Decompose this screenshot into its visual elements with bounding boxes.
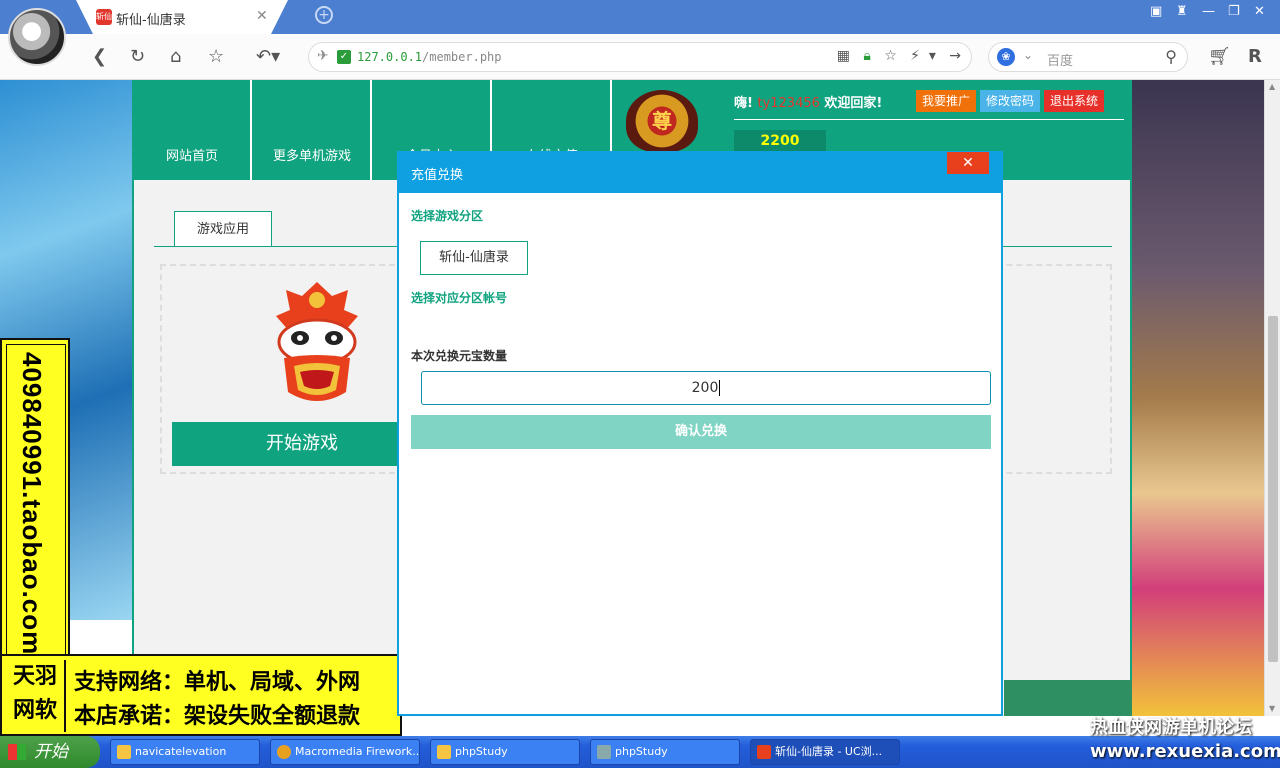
tab-game-apps[interactable]: 游戏应用 bbox=[174, 211, 272, 247]
new-tab-icon[interactable]: + bbox=[315, 6, 333, 24]
confirm-exchange-button[interactable]: 确认兑换 bbox=[411, 415, 991, 449]
promote-button[interactable]: 我要推广 bbox=[916, 90, 977, 112]
user-profile-icon[interactable]: R bbox=[1248, 46, 1262, 67]
taskbar-item-uc-browser[interactable]: 斩仙-仙唐录 - UC浏... bbox=[750, 739, 900, 765]
browser-tab-active[interactable]: 斩仙 斩仙-仙唐录 ✕ bbox=[76, 0, 288, 34]
window-layout-icon[interactable]: ▣ bbox=[1150, 4, 1162, 19]
lion-dance-icon bbox=[276, 282, 358, 401]
browser-toolbar: ❮ ↻ ⌂ ☆ ↶▾ ✈ ✓ 127.0.0.1/member.php ▦ 🔒︎… bbox=[0, 34, 1280, 80]
minimize-icon[interactable]: — bbox=[1202, 4, 1215, 19]
uc-browser-icon bbox=[757, 745, 771, 759]
search-engine-dropdown-icon[interactable]: ⌄ bbox=[1023, 48, 1033, 62]
address-bar[interactable]: ✈ ✓ 127.0.0.1/member.php ▦ 🔒︎ ☆ ⚡︎ ▾ → bbox=[308, 42, 972, 72]
favorite-icon[interactable]: ☆ bbox=[884, 48, 897, 64]
qr-code-icon[interactable]: ▦ bbox=[837, 48, 850, 64]
scroll-up-icon[interactable]: ▲ bbox=[1269, 82, 1275, 91]
advert-brand: 天羽 网软 bbox=[6, 660, 66, 732]
taskbar-item-fireworks[interactable]: Macromedia Firework... bbox=[270, 739, 420, 765]
fireworks-icon bbox=[277, 745, 291, 759]
bookmark-star-icon[interactable]: ☆ bbox=[208, 46, 224, 67]
amount-value: 200 bbox=[691, 380, 719, 396]
taskbar-item-phpstudy-folder[interactable]: phpStudy bbox=[430, 739, 580, 765]
vip-crown-icon: 尊 bbox=[626, 90, 698, 152]
go-arrow-icon[interactable]: → bbox=[949, 48, 961, 64]
advert-line-1: 支持网络：单机、局域、外网 bbox=[74, 670, 361, 695]
greet-suffix: 欢迎回家! bbox=[824, 96, 883, 111]
lock-icon[interactable]: 🔒︎ bbox=[863, 48, 870, 64]
refresh-icon[interactable]: ↻ bbox=[130, 46, 145, 67]
url-host: 127.0.0.1 bbox=[357, 50, 423, 64]
tab-close-icon[interactable]: ✕ bbox=[256, 8, 268, 24]
account-label: 选择对应分区帐号 bbox=[411, 291, 508, 305]
zone-label: 选择游戏分区 bbox=[411, 209, 484, 223]
username: ty123456 bbox=[757, 96, 820, 111]
phpstudy-icon bbox=[597, 745, 611, 759]
maximize-icon[interactable]: ❐ bbox=[1228, 4, 1240, 19]
folder-icon bbox=[117, 745, 131, 759]
lightning-icon[interactable]: ⚡︎ bbox=[910, 48, 920, 64]
advert-brand-line2: 网软 bbox=[12, 698, 57, 723]
start-game-button[interactable]: 开始游戏 bbox=[172, 422, 432, 466]
background-character-image bbox=[1132, 80, 1264, 716]
recharge-modal: 充值兑换 ✕ 选择游戏分区 斩仙-仙唐录 选择对应分区帐号 本次兑换元宝数量 2… bbox=[397, 151, 1003, 716]
close-window-icon[interactable]: ✕ bbox=[1254, 4, 1265, 19]
forum-watermark: 热血侠网游单机论坛 www.rexuexia.com bbox=[1090, 716, 1280, 764]
search-placeholder: 百度 bbox=[1047, 54, 1074, 69]
side-advert: 409840991.taobao.com bbox=[0, 338, 70, 664]
address-bar-tools: ▦ 🔒︎ ☆ ⚡︎ ▾ → bbox=[837, 48, 961, 64]
search-icon[interactable]: ⚲ bbox=[1165, 47, 1177, 66]
baidu-paw-icon[interactable]: ❀ bbox=[997, 48, 1015, 66]
watermark-line2: www.rexuexia.com bbox=[1090, 741, 1280, 762]
home-icon[interactable]: ⌂ bbox=[170, 46, 181, 67]
footer-green-bar bbox=[1004, 680, 1132, 716]
start-button[interactable]: 开始 bbox=[0, 736, 100, 768]
modal-header bbox=[399, 151, 1001, 193]
nav-more-games[interactable]: 更多单机游戏 bbox=[254, 80, 372, 180]
back-icon[interactable]: ❮ bbox=[92, 46, 107, 67]
greet-prefix: 嗨! bbox=[734, 96, 753, 111]
start-label: 开始 bbox=[34, 742, 68, 762]
amount-input[interactable]: 200 bbox=[421, 371, 991, 405]
greeting: 嗨! ty123456 欢迎回家! bbox=[734, 92, 882, 111]
change-password-button[interactable]: 修改密码 bbox=[980, 90, 1041, 112]
amount-label: 本次兑换元宝数量 bbox=[411, 349, 508, 363]
secure-check-icon: ✓ bbox=[337, 50, 351, 64]
page-scrollbar[interactable]: ▲ ▼ bbox=[1264, 80, 1280, 716]
nav-home[interactable]: 网站首页 bbox=[134, 80, 252, 180]
folder-icon bbox=[437, 745, 451, 759]
side-advert-text: 409840991.taobao.com bbox=[17, 352, 47, 656]
browser-logo-icon[interactable] bbox=[8, 8, 66, 66]
logout-button[interactable]: 退出系统 bbox=[1044, 90, 1105, 112]
scroll-down-icon[interactable]: ▼ bbox=[1269, 704, 1275, 713]
undo-icon[interactable]: ↶▾ bbox=[256, 46, 280, 67]
coin-balance: 2200 bbox=[734, 130, 826, 152]
advert-brand-line1: 天羽 bbox=[12, 664, 57, 689]
url-path: /member.php bbox=[422, 50, 502, 64]
header-divider bbox=[734, 119, 1124, 120]
windows-taskbar: 开始 navicatelevation Macromedia Firework.… bbox=[0, 736, 1280, 768]
browser-tab-bar: 斩仙 斩仙-仙唐录 ✕ + ▣ ♜ — ❐ ✕ bbox=[0, 0, 1280, 34]
windows-flag-icon bbox=[8, 744, 26, 760]
taskbar-item-navicat[interactable]: navicatelevation bbox=[110, 739, 260, 765]
watermark-line1: 热血侠网游单机论坛 bbox=[1090, 717, 1252, 738]
bottom-advert: 天羽 网软 支持网络：单机、局域、外网 本店承诺：架设失败全额退款 bbox=[0, 654, 402, 736]
modal-close-button[interactable]: ✕ bbox=[947, 152, 989, 174]
window-skin-icon[interactable]: ♜ bbox=[1176, 4, 1188, 19]
speed-icon: ✈ bbox=[317, 48, 329, 64]
taskbar-item-phpstudy-app[interactable]: phpStudy bbox=[590, 739, 740, 765]
search-box[interactable]: ❀ ⌄ 百度 ⚲ bbox=[988, 42, 1188, 72]
tab-title: 斩仙-仙唐录 bbox=[116, 13, 186, 28]
scrollbar-thumb[interactable] bbox=[1268, 316, 1278, 662]
modal-title: 充值兑换 bbox=[411, 168, 464, 183]
cart-icon[interactable]: 🛒︎ bbox=[1208, 46, 1231, 67]
dropdown-icon[interactable]: ▾ bbox=[929, 48, 936, 64]
advert-line-2: 本店承诺：架设失败全额退款 bbox=[74, 704, 361, 729]
tab-favicon-icon: 斩仙 bbox=[96, 9, 112, 25]
zone-option[interactable]: 斩仙-仙唐录 bbox=[420, 241, 528, 275]
